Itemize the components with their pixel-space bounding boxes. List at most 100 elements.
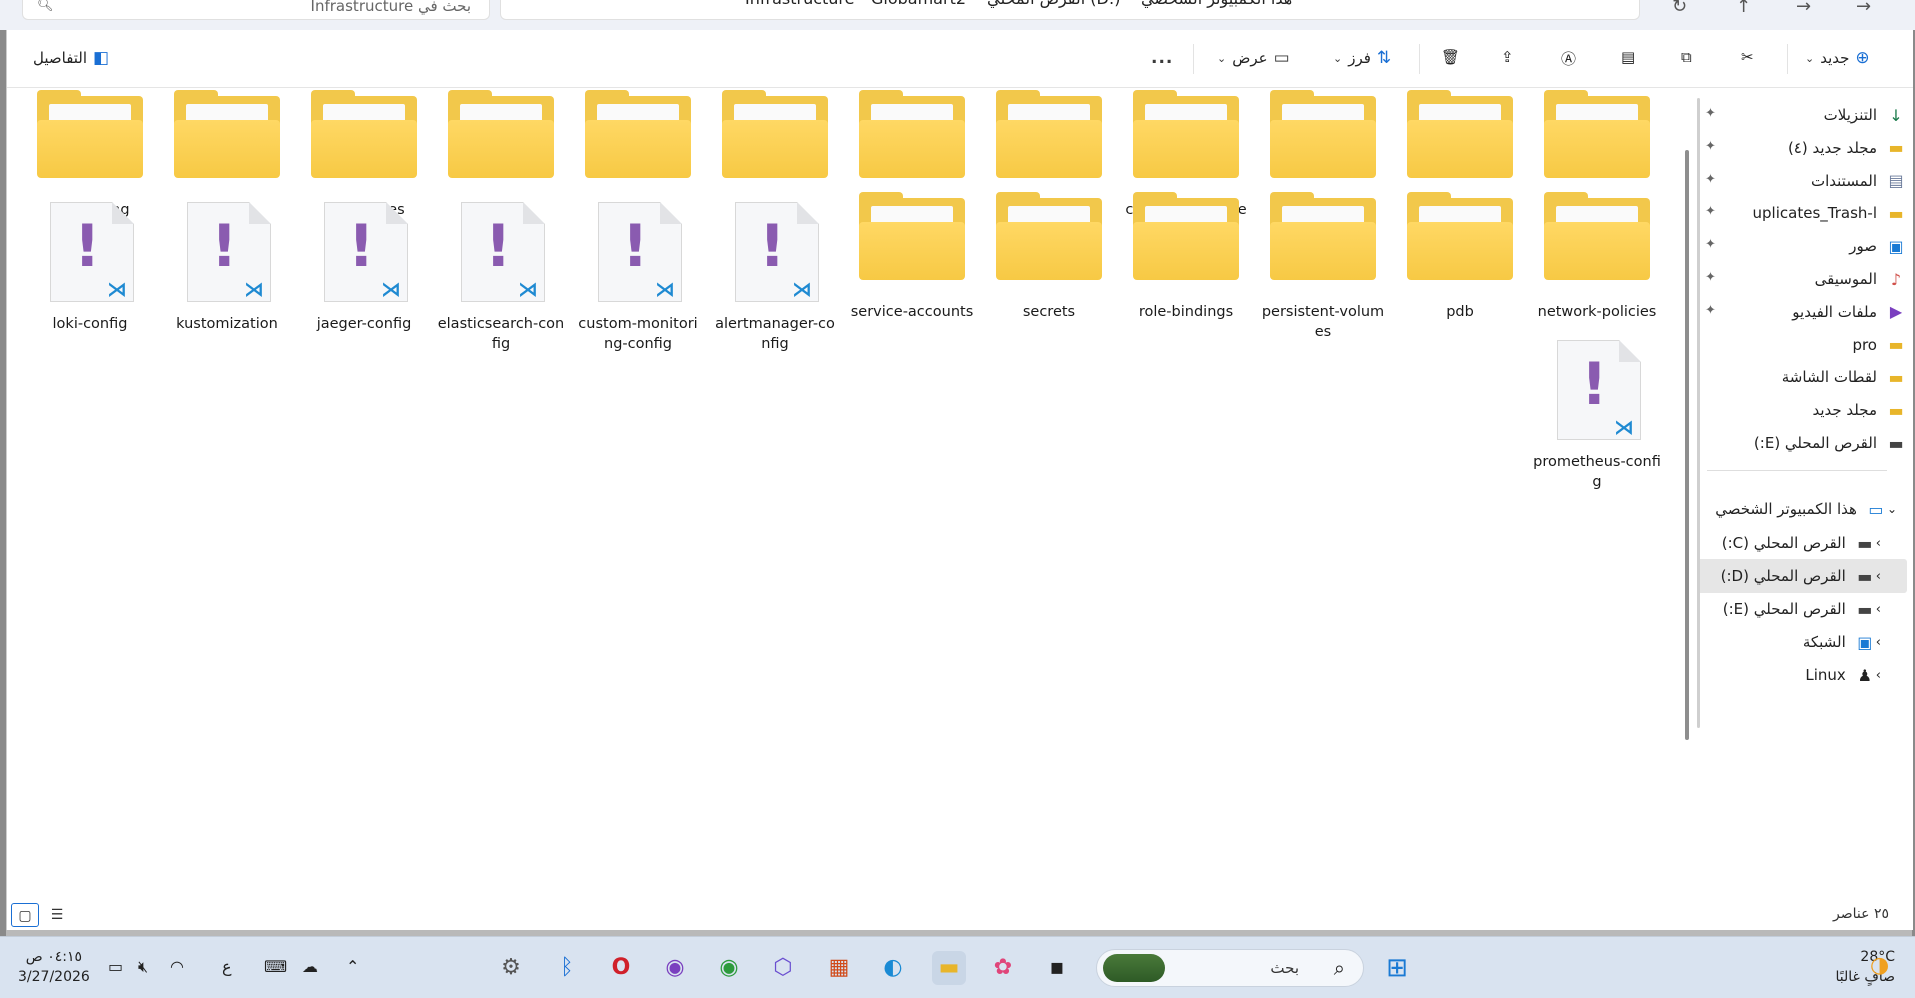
pin-icon[interactable]: ✦	[1705, 139, 1716, 154]
chevron-up-icon[interactable]: ⌃	[346, 957, 359, 976]
nav-item-drive[interactable]: › ▬ القرص المحلي (E:)	[1697, 592, 1907, 626]
folder-icon	[448, 90, 554, 178]
nav-item-this-pc[interactable]: ⌄ ▭ هذا الكمبيوتر الشخصي	[1697, 492, 1907, 526]
file-item[interactable]: ! ⋊ elasticsearch-config	[437, 202, 565, 354]
details-view-icon[interactable]: ☰	[43, 903, 71, 927]
pin-icon[interactable]: ✦	[1705, 270, 1716, 285]
folder-item[interactable]: persistent-volumes	[1259, 190, 1387, 342]
wifi-icon[interactable]: ◠	[170, 957, 184, 976]
delete-icon[interactable]: 🗑︎	[1441, 48, 1460, 66]
folder-item[interactable]: monitoring	[26, 88, 154, 220]
folder-icon	[1407, 192, 1513, 280]
nav-item-quick-access[interactable]: ♪ الموسيقى ✦	[1697, 262, 1907, 296]
breadcrumb-item[interactable]: القرص المحلي (D:)	[987, 0, 1120, 8]
nav-item-linux[interactable]: › ♟ Linux	[1697, 658, 1907, 692]
nav-item-quick-access[interactable]: ▬ ا-uplicates_Trash ✦	[1697, 196, 1907, 230]
nav-item-drive[interactable]: › ▬ القرص المحلي (D:)	[1697, 559, 1907, 593]
pin-icon[interactable]: ✦	[1705, 106, 1716, 121]
share-icon[interactable]: ⇪	[1501, 48, 1514, 66]
terminal-app-icon[interactable]: ▪	[1040, 951, 1074, 985]
folder-item[interactable]: kubernetes	[300, 88, 428, 220]
large-icons-view-icon[interactable]: ▢	[11, 903, 39, 927]
rename-icon[interactable]: Ⓐ	[1561, 48, 1576, 69]
file-item[interactable]: ! ⋊ jaeger-config	[300, 202, 428, 334]
nav-item-quick-access[interactable]: ▬ مجلد جديد (٤) ✦	[1697, 131, 1907, 165]
pin-icon[interactable]: ✦	[1705, 303, 1716, 318]
keyboard-icon[interactable]: ⌨	[264, 957, 287, 976]
taskbar-search[interactable]: بحث ⌕	[1096, 949, 1364, 987]
breadcrumb-item[interactable]: هذا الكمبيوتر الشخصي	[1141, 0, 1292, 8]
copilot-color-app-icon[interactable]: ✿	[986, 951, 1020, 985]
new-button[interactable]: ⌄ جديد ⊕	[1805, 48, 1870, 68]
download-icon: ↓	[1889, 105, 1903, 125]
forward-arrow-icon[interactable]: →	[1796, 0, 1811, 17]
cut-icon[interactable]: ✂	[1741, 48, 1754, 66]
nav-item-quick-access[interactable]: ▬ لقطات الشاشة	[1697, 360, 1907, 394]
nav-item-label: مجلد جديد (٤)	[1787, 138, 1877, 157]
opera-app-icon[interactable]: O	[604, 951, 638, 985]
folder-item[interactable]: hpa	[711, 88, 839, 220]
clock[interactable]: ٠٤:١٥ ص 3/27/2026	[18, 947, 90, 987]
pin-icon[interactable]: ✦	[1705, 172, 1716, 187]
battery-icon[interactable]: ▭	[108, 957, 123, 976]
breadcrumb-item[interactable]: Globamart2	[871, 0, 966, 8]
vertical-scrollbar[interactable]	[1685, 150, 1689, 740]
folder-item[interactable]: role-bindings	[1122, 190, 1250, 322]
nav-item-quick-access[interactable]: ▬ مجلد جديد	[1697, 393, 1907, 427]
file-item[interactable]: ! ⋊ custom-monitoring-config	[574, 202, 702, 354]
store-app-icon[interactable]: ▦	[822, 951, 856, 985]
file-item[interactable]: ! ⋊ kustomization	[163, 202, 291, 334]
search-box[interactable]: 🔍︎ بحث في Infrastructure	[22, 0, 490, 20]
nav-item-quick-access[interactable]: ↓ التنزيلات ✦	[1697, 98, 1907, 132]
nav-scrollbar[interactable]	[1697, 98, 1700, 728]
address-bar[interactable]: › Infrastructure › Globamart2 › القرص ال…	[500, 0, 1640, 20]
folder-item[interactable]: secrets	[985, 190, 1113, 322]
file-item[interactable]: ! ⋊ prometheus-config	[1533, 340, 1661, 492]
nav-item-label: صور	[1849, 237, 1877, 256]
refresh-icon[interactable]: ↻	[1672, 0, 1687, 17]
status-bar: ▢ ☰ ٢٥ عناصر	[7, 896, 1913, 930]
folder-item[interactable]: pdb	[1396, 190, 1524, 322]
nav-item-quick-access[interactable]: ▶ ملفات الفيديو ✦	[1697, 295, 1907, 329]
file-item[interactable]: ! ⋊ alertmanager-config	[711, 202, 839, 354]
more-button[interactable]: ...	[1151, 48, 1173, 68]
view-button[interactable]: ⌄ عرض ▭	[1217, 48, 1290, 68]
back-arrow-icon[interactable]: →	[1856, 0, 1871, 17]
folder-item[interactable]: network-policies	[1533, 190, 1661, 322]
language-indicator[interactable]: ع	[222, 957, 232, 976]
chrome-app-icon[interactable]: ◉	[712, 951, 746, 985]
edge-app-icon[interactable]: ◐	[876, 951, 910, 985]
search-icon: ⌕	[1333, 956, 1345, 980]
copy-icon[interactable]: ⧉	[1681, 48, 1692, 66]
folder-item[interactable]: istio	[437, 88, 565, 220]
nav-item-quick-access[interactable]: ▬ القرص المحلي (E:)	[1697, 426, 1907, 460]
nav-item-network[interactable]: › ▣ الشبكة	[1697, 625, 1907, 659]
bluetooth-app-icon[interactable]: ᛒ	[550, 951, 584, 985]
nav-item-quick-access[interactable]: ▣ صور ✦	[1697, 229, 1907, 263]
folder-item[interactable]: service-accounts	[848, 190, 976, 322]
settings-app-icon[interactable]: ⚙	[494, 951, 528, 985]
nav-item-quick-access[interactable]: ▤ المستندات ✦	[1697, 164, 1907, 198]
onedrive-icon[interactable]: ☁	[302, 957, 318, 976]
pin-icon[interactable]: ✦	[1705, 237, 1716, 252]
folder-item[interactable]: logging	[163, 88, 291, 220]
pin-icon[interactable]: ✦	[1705, 204, 1716, 219]
chrome-profile-app-icon[interactable]: ◉	[658, 951, 692, 985]
folder-item[interactable]: ingress	[574, 88, 702, 220]
file-item[interactable]: ! ⋊ loki-config	[26, 202, 154, 334]
nav-item-drive[interactable]: › ▬ القرص المحلي (C:)	[1697, 526, 1907, 560]
start-windows-icon[interactable]: ⊞	[1380, 951, 1414, 985]
chevron-down-icon: ⌄	[1217, 51, 1227, 65]
file-explorer-app-icon[interactable]: ▬	[932, 951, 966, 985]
volume-muted-icon[interactable]: 🔇︎	[138, 957, 148, 977]
paste-icon[interactable]: ▤	[1621, 48, 1635, 66]
vscode-file-icon: ! ⋊	[183, 202, 271, 306]
nav-item-quick-access[interactable]: ▬ pro	[1697, 328, 1907, 362]
breadcrumb-item[interactable]: Infrastructure	[745, 0, 854, 8]
up-arrow-icon[interactable]: ↑	[1736, 0, 1751, 17]
details-button[interactable]: التفاصيل ◧	[33, 48, 109, 68]
folder-icon	[1133, 192, 1239, 280]
nav-item-label: المستندات	[1810, 171, 1877, 190]
copilot-app-icon[interactable]: ⬡	[766, 951, 800, 985]
sort-button[interactable]: ⌄ فرز ⇅	[1333, 48, 1391, 68]
